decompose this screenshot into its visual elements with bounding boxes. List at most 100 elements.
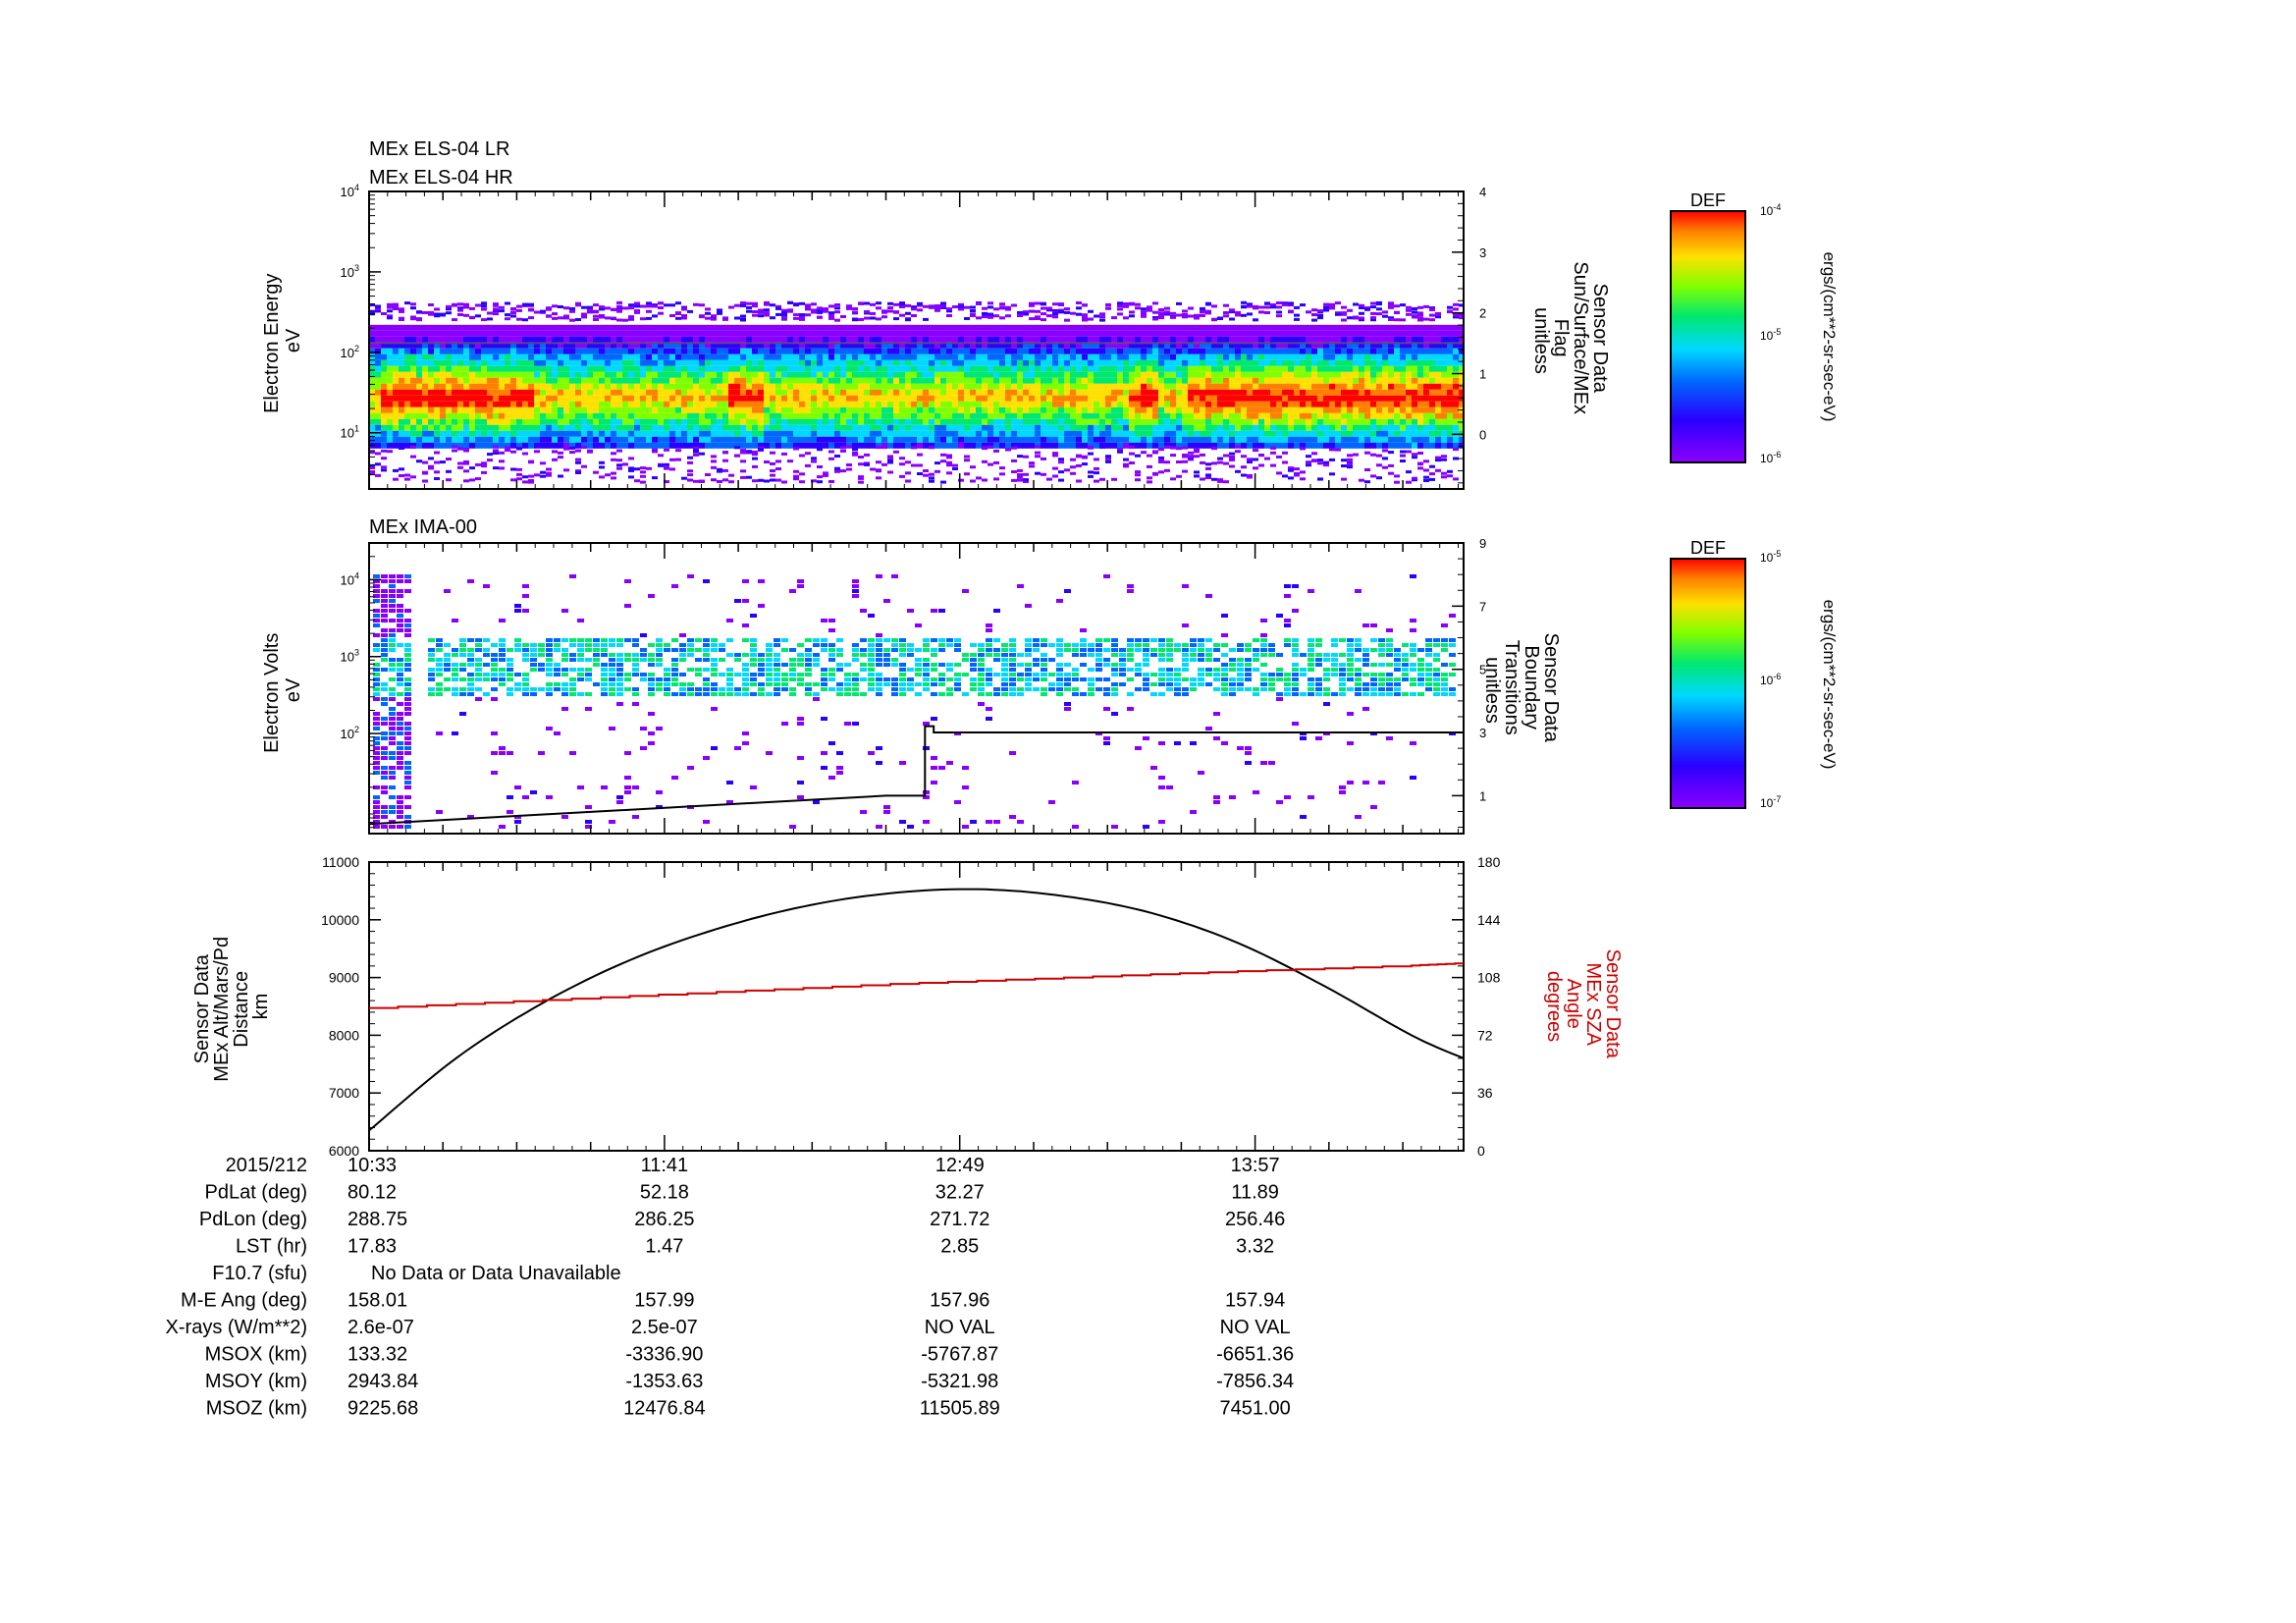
els-spectrogram-cell — [1005, 442, 1011, 449]
els-spectrogram-cell — [634, 389, 640, 396]
els-spectrogram-cell — [1046, 430, 1052, 437]
els-spectrogram-cell — [775, 336, 781, 343]
els-spectrogram-cell — [1247, 348, 1253, 354]
els-spectrogram-cell — [1235, 324, 1241, 331]
els-spectrogram-cell — [1253, 383, 1258, 390]
els-spectrogram-cell — [1200, 442, 1205, 449]
els-spectrogram-cell — [887, 301, 893, 305]
els-spectrogram-cell — [1188, 406, 1194, 413]
els-spectrogram-cell — [1011, 446, 1017, 450]
els-spectrogram-cell — [976, 383, 982, 390]
els-spectrogram-cell — [1294, 383, 1300, 390]
els-spectrogram-cell — [905, 406, 911, 413]
els-spectrogram-cell — [1412, 371, 1417, 378]
els-spectrogram-cell — [1388, 395, 1394, 402]
els-spectrogram-cell — [375, 348, 381, 354]
els-spectrogram-cell — [1205, 330, 1211, 337]
els-spectrogram-cell — [1223, 401, 1229, 407]
els-spectrogram-cell — [399, 424, 404, 431]
els-spectrogram-cell — [664, 371, 669, 378]
els-spectrogram-cell — [728, 305, 734, 309]
els-spectrogram-cell — [852, 318, 858, 322]
els-spectrogram-cell — [669, 424, 675, 431]
els-spectrogram-cell — [558, 418, 563, 425]
els-spectrogram-cell — [1123, 353, 1129, 360]
els-spectrogram-cell — [699, 324, 705, 331]
els-spectrogram-cell — [1046, 401, 1052, 407]
els-spectrogram-cell — [870, 359, 876, 366]
els-spectrogram-cell — [1141, 418, 1147, 425]
els-spectrogram-cell — [1276, 353, 1282, 360]
els-spectrogram-cell — [734, 389, 740, 396]
els-spectrogram-cell — [387, 336, 393, 343]
els-spectrogram-cell — [1311, 424, 1317, 431]
els-spectrogram-cell — [1023, 401, 1029, 407]
els-spectrogram-cell — [740, 324, 746, 331]
els-spectrogram-cell — [852, 395, 858, 402]
els-spectrogram-cell — [446, 348, 452, 354]
els-spectrogram-cell — [434, 477, 440, 480]
els-spectrogram-cell — [522, 430, 528, 437]
els-spectrogram-cell — [1347, 308, 1353, 312]
els-spectrogram-cell — [1353, 442, 1359, 449]
els-spectrogram-cell — [817, 406, 823, 413]
els-spectrogram-cell — [1123, 412, 1129, 419]
els-spectrogram-cell — [775, 424, 781, 431]
els-spectrogram-cell — [469, 365, 475, 372]
els-spectrogram-cell — [1258, 430, 1264, 437]
els-spectrogram-cell — [734, 424, 740, 431]
els-spectrogram-cell — [611, 458, 616, 461]
els-spectrogram-cell — [817, 480, 823, 484]
els-spectrogram-cell — [552, 424, 558, 431]
els-spectrogram-cell — [1288, 330, 1294, 337]
els-spectrogram-cell — [999, 348, 1005, 354]
els-spectrogram-cell — [1347, 336, 1353, 343]
els-spectrogram-cell — [1235, 430, 1241, 437]
els-spectrogram-cell — [1041, 436, 1046, 443]
els-spectrogram-cell — [705, 311, 711, 315]
els-spectrogram-cell — [911, 330, 917, 337]
els-spectrogram-cell — [622, 395, 628, 402]
els-spectrogram-cell — [781, 316, 787, 320]
els-spectrogram-cell — [1423, 383, 1429, 390]
els-spectrogram-cell — [516, 304, 522, 308]
els-spectrogram-cell — [516, 472, 522, 476]
els-spectrogram-cell — [652, 395, 658, 402]
els-spectrogram-cell — [1223, 311, 1229, 314]
els-spectrogram-cell — [675, 424, 681, 431]
els-spectrogram-cell — [1147, 424, 1152, 431]
els-spectrogram-cell — [546, 353, 552, 360]
els-spectrogram-cell — [899, 371, 905, 378]
els-spectrogram-cell — [575, 460, 581, 464]
els-spectrogram-cell — [740, 412, 746, 419]
els-spectrogram-cell — [1329, 472, 1335, 476]
els-spectrogram-cell — [1141, 336, 1147, 343]
els-spectrogram-cell — [929, 406, 934, 413]
els-spectrogram-cell — [858, 430, 864, 437]
els-spectrogram-cell — [705, 395, 711, 402]
els-spectrogram-cell — [1229, 401, 1235, 407]
els-spectrogram-cell — [505, 430, 510, 437]
els-spectrogram-cell — [387, 383, 393, 390]
els-spectrogram-cell — [1341, 436, 1347, 443]
els-spectrogram-cell — [734, 383, 740, 390]
els-spectrogram-cell — [787, 365, 793, 372]
els-spectrogram-cell — [446, 371, 452, 378]
els-spectrogram-cell — [946, 471, 952, 475]
els-spectrogram-cell — [693, 324, 699, 331]
els-spectrogram-cell — [970, 418, 976, 425]
els-spectrogram-cell — [1158, 324, 1164, 331]
els-spectrogram-cell — [1417, 305, 1423, 309]
els-spectrogram-cell — [1406, 418, 1412, 425]
els-spectrogram-cell — [899, 313, 905, 317]
els-spectrogram-cell — [1205, 324, 1211, 331]
els-spectrogram-cell — [852, 377, 858, 384]
els-spectrogram-cell — [929, 348, 934, 354]
els-spectrogram-cell — [1135, 365, 1141, 372]
els-spectrogram-cell — [1058, 383, 1064, 390]
els-spectrogram-cell — [1223, 383, 1229, 390]
els-spectrogram-cell — [1029, 406, 1035, 413]
els-spectrogram-cell — [1229, 359, 1235, 366]
els-spectrogram-cell — [669, 401, 675, 407]
els-spectrogram-cell — [893, 424, 899, 431]
